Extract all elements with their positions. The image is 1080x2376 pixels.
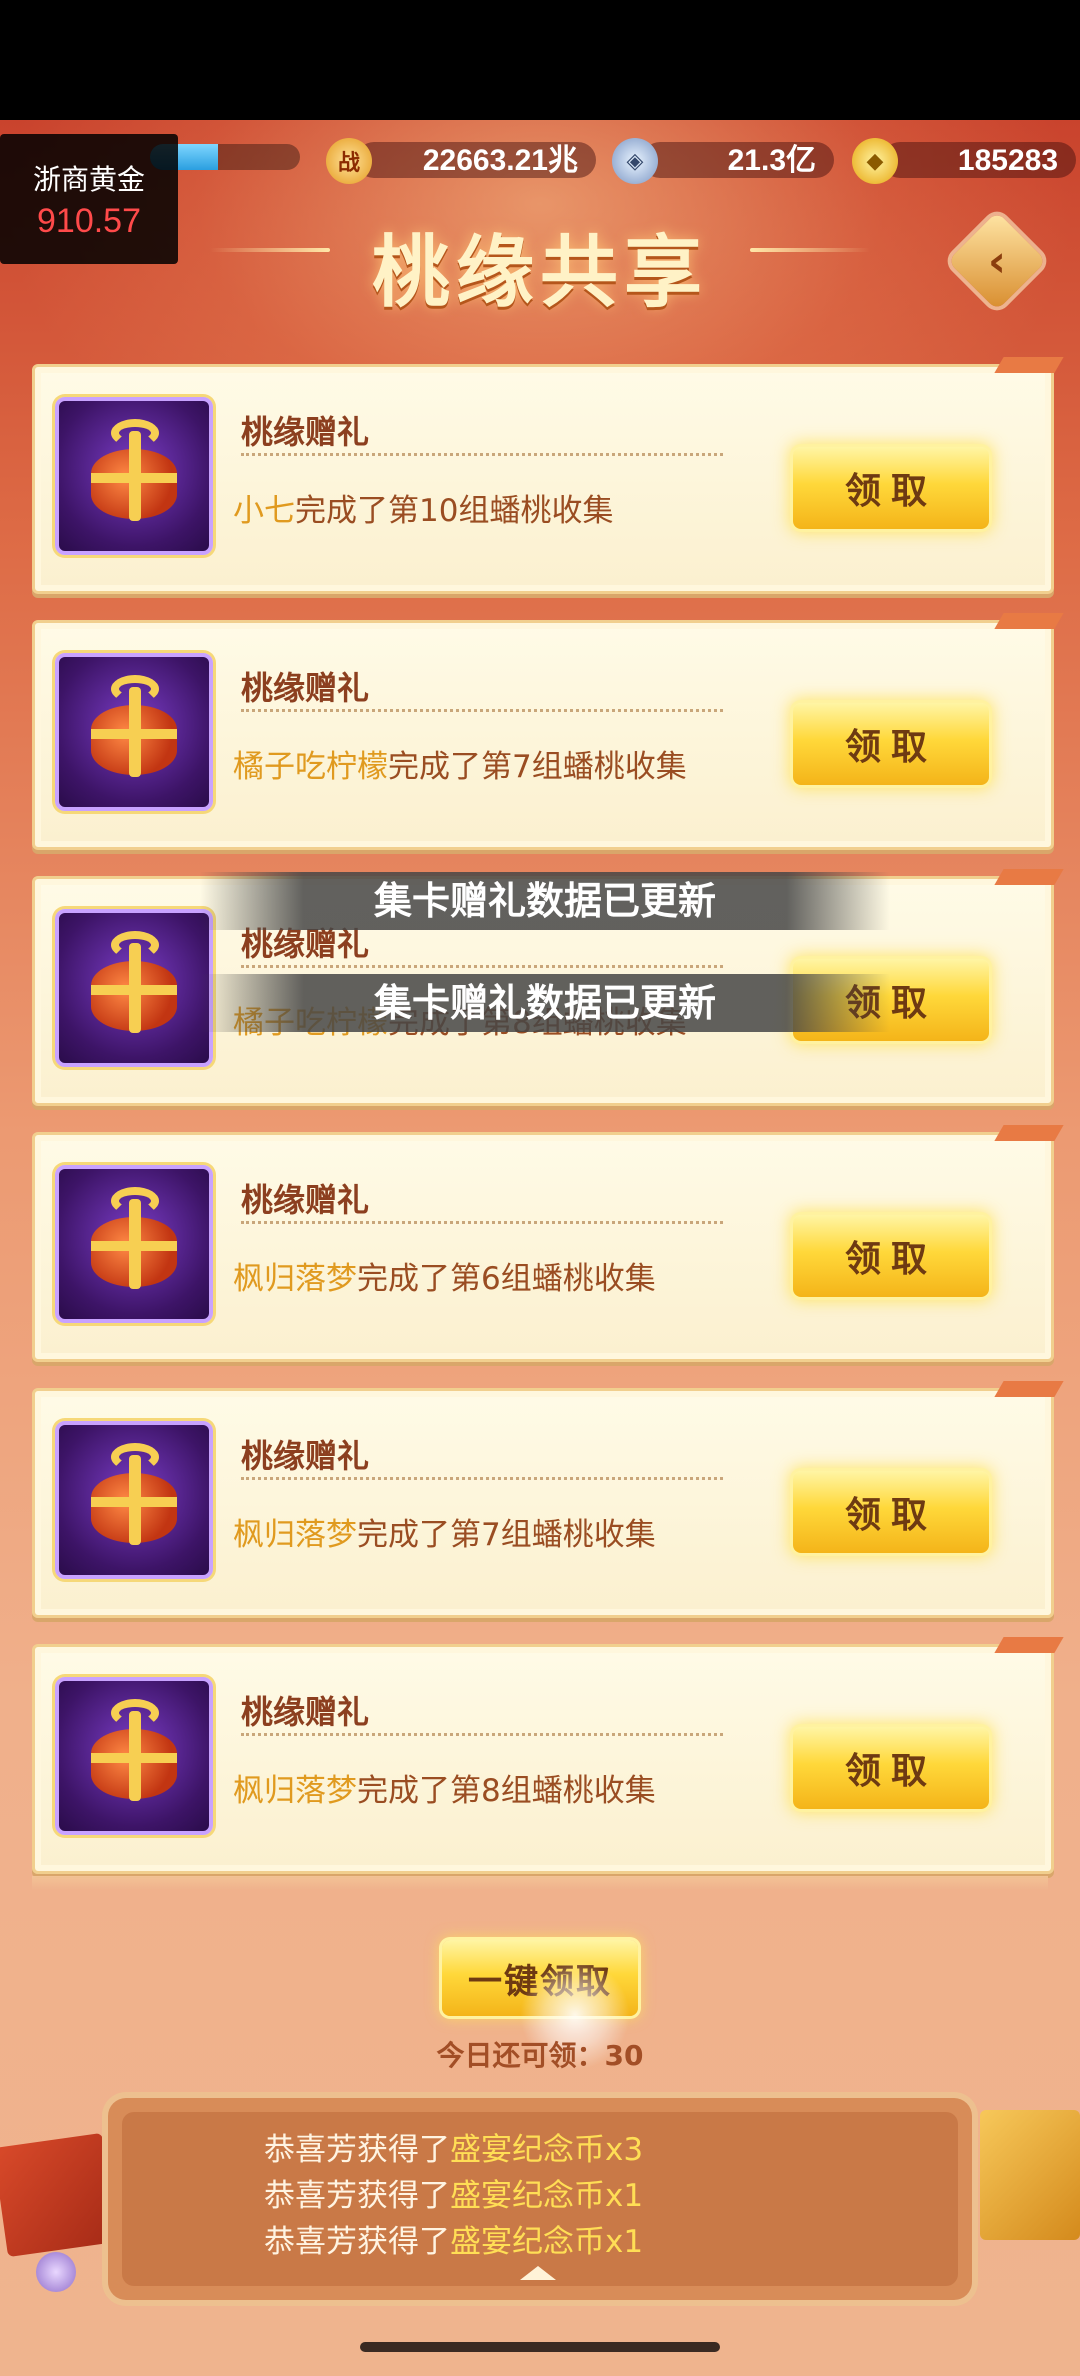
card-description: 小七完成了第10组蟠桃收集: [233, 493, 614, 529]
gift-box-icon: [55, 397, 213, 555]
coin-value: 21.3亿: [727, 144, 816, 177]
list-bottom-edge: [32, 1876, 1048, 1890]
gold-ingot-icon: ◆: [852, 138, 898, 184]
log-line: 恭喜芳获得了盛宴纪念币x1: [264, 2178, 644, 2214]
stock-name: 浙商黄金: [32, 163, 145, 196]
stock-price: 910.57: [37, 202, 141, 240]
claim-button[interactable]: 领取: [793, 1727, 989, 1809]
gold-value: 185283: [957, 144, 1058, 177]
battle-power-value: 22663.21兆: [422, 144, 578, 177]
gift-decoration-left: [0, 2132, 118, 2258]
gift-box-icon: [55, 1165, 213, 1323]
log-line: 恭喜芳获得了盛宴纪念币x3: [264, 2132, 644, 2168]
home-indicator[interactable]: [360, 2342, 720, 2352]
back-arrow-icon[interactable]: ‹: [962, 226, 1032, 296]
gift-box-icon: [55, 1421, 213, 1579]
stock-ticker-overlay[interactable]: 浙商黄金 910.57: [0, 134, 178, 264]
claim-button[interactable]: 领取: [793, 1215, 989, 1297]
card-title: 桃缘赠礼: [241, 413, 370, 451]
gift-box-icon: [55, 909, 213, 1067]
player-name: 小七: [233, 493, 295, 529]
gift-card: 桃缘赠礼 枫归落梦完成了第6组蟠桃收集 领取: [32, 1125, 1064, 1362]
card-title: 桃缘赠礼: [241, 1437, 370, 1475]
claim-button[interactable]: 领取: [793, 1471, 989, 1553]
toast-message: 集卡赠礼数据已更新: [200, 872, 890, 930]
gift-card: 桃缘赠礼 枫归落梦完成了第7组蟠桃收集 领取: [32, 1381, 1064, 1618]
player-name: 枫归落梦: [233, 1773, 357, 1809]
battle-icon: 战: [326, 138, 372, 184]
log-line: 恭喜芳获得了盛宴纪念币x1: [264, 2224, 644, 2260]
copper-coin-icon: ◈: [612, 138, 658, 184]
status-bar: [0, 0, 1080, 120]
claim-button[interactable]: 领取: [793, 703, 989, 785]
card-title: 桃缘赠礼: [241, 669, 370, 707]
player-name: 枫归落梦: [233, 1517, 357, 1553]
gift-card: 桃缘赠礼 枫归落梦完成了第8组蟠桃收集 领取: [32, 1637, 1064, 1874]
expand-log-icon[interactable]: [520, 2266, 556, 2280]
card-title: 桃缘赠礼: [241, 1181, 370, 1219]
player-name: 橘子吃柠檬: [233, 749, 388, 785]
gift-box-icon: [55, 653, 213, 811]
card-description: 橘子吃柠檬完成了第7组蟠桃收集: [233, 749, 687, 785]
page-title: 桃缘共享: [371, 228, 708, 318]
daily-remaining-text: 今日还可领：30: [436, 2039, 644, 2072]
coin-resource: ◈ 21.3亿: [612, 138, 834, 184]
page-header: 桃缘共享: [200, 200, 880, 318]
gift-box-icon: [55, 1677, 213, 1835]
gold-resource: ◆ 185283: [852, 138, 1076, 184]
battle-power-resource: 战 22663.21兆: [326, 138, 596, 184]
gift-card: 桃缘赠礼 小七完成了第10组蟠桃收集 领取: [32, 357, 1064, 594]
card-description: 枫归落梦完成了第8组蟠桃收集: [233, 1773, 656, 1809]
card-description: 枫归落梦完成了第6组蟠桃收集: [233, 1261, 656, 1297]
card-description: 枫归落梦完成了第7组蟠桃收集: [233, 1517, 656, 1553]
gift-card: 桃缘赠礼 橘子吃柠檬完成了第7组蟠桃收集 领取: [32, 613, 1064, 850]
claim-button[interactable]: 领取: [793, 447, 989, 529]
toast-message: 集卡赠礼数据已更新: [200, 974, 890, 1032]
flower-decoration: [36, 2252, 76, 2292]
card-title: 桃缘赠礼: [241, 1693, 370, 1731]
player-name: 枫归落梦: [233, 1261, 357, 1297]
